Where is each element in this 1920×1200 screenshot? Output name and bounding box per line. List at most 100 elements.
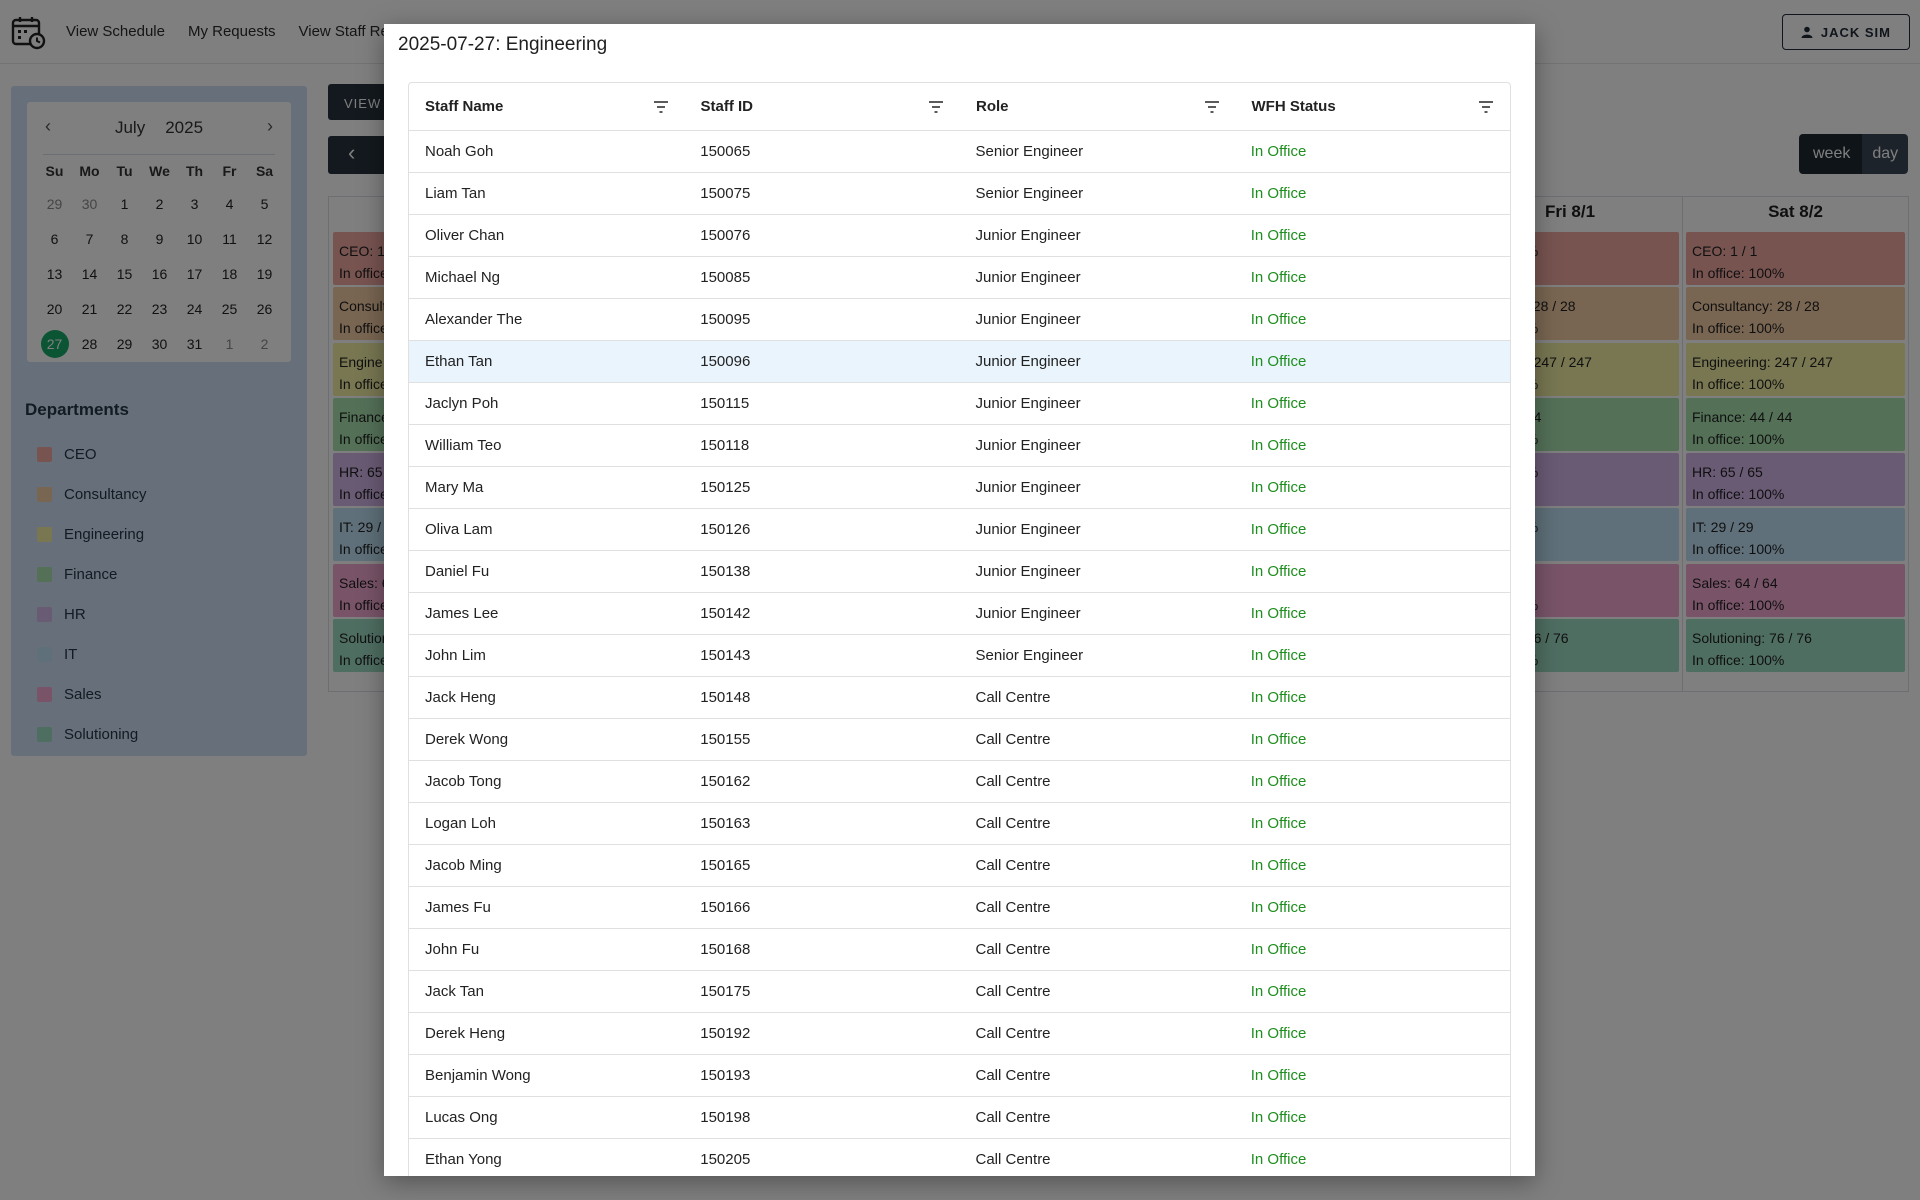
table-row[interactable]: Logan Loh 150163 Call Centre In Office (409, 803, 1510, 845)
staff-id-cell: 150143 (700, 647, 751, 664)
staff-name-cell: Alexander The (425, 311, 523, 328)
staff-name-cell: Derek Wong (425, 731, 509, 748)
role-cell: Call Centre (975, 941, 1051, 958)
staff-name-cell: Jaclyn Poh (425, 395, 499, 412)
column-header-staff-id[interactable]: Staff ID (685, 83, 961, 131)
staff-name-cell: Benjamin Wong (425, 1067, 531, 1084)
role-cell: Call Centre (975, 689, 1051, 706)
table-row[interactable]: Lucas Ong 150198 Call Centre In Office (409, 1097, 1510, 1139)
staff-id-cell: 150095 (700, 311, 751, 328)
staff-id-cell: 150155 (700, 731, 751, 748)
wfh-status-cell: In Office (1250, 1025, 1307, 1042)
wfh-status-cell: In Office (1250, 521, 1307, 538)
filter-icon[interactable] (1204, 99, 1220, 115)
table-body: Noah Goh 150065 Senior Engineer In Office Li… (409, 131, 1510, 1176)
table-row[interactable]: Michael Ng 150085 Junior Engineer In Office (409, 257, 1510, 299)
staff-name-cell: Michael Ng (425, 269, 501, 286)
staff-id-cell: 150142 (700, 605, 751, 622)
role-cell: Call Centre (975, 983, 1051, 1000)
table-row[interactable]: Ethan Yong 150205 Call Centre In Office (409, 1139, 1510, 1176)
table-row[interactable]: Daniel Fu 150138 Junior Engineer In Office (409, 551, 1510, 593)
role-cell: Junior Engineer (975, 395, 1081, 412)
column-header-label: Role (976, 98, 1009, 115)
column-header-wfh-status[interactable]: WFH Status (1236, 83, 1511, 131)
role-cell: Call Centre (975, 899, 1051, 916)
role-cell: Call Centre (975, 731, 1051, 748)
staff-id-cell: 150162 (700, 773, 751, 790)
wfh-status-cell: In Office (1250, 731, 1307, 748)
staff-name-cell: Ethan Tan (425, 353, 493, 370)
role-cell: Junior Engineer (975, 311, 1081, 328)
table-row[interactable]: Jacob Tong 150162 Call Centre In Office (409, 761, 1510, 803)
wfh-status-cell: In Office (1250, 899, 1307, 916)
staff-id-cell: 150065 (700, 143, 751, 160)
wfh-status-cell: In Office (1250, 983, 1307, 1000)
wfh-status-cell: In Office (1250, 479, 1307, 496)
wfh-status-cell: In Office (1250, 815, 1307, 832)
table-row[interactable]: Jack Tan 150175 Call Centre In Office (409, 971, 1510, 1013)
table-header: Staff Name Staff ID Role WFH Status (409, 83, 1510, 131)
column-header-role[interactable]: Role (960, 83, 1236, 131)
table-row[interactable]: Oliva Lam 150126 Junior Engineer In Office (409, 509, 1510, 551)
wfh-status-cell: In Office (1250, 941, 1307, 958)
role-cell: Junior Engineer (975, 521, 1081, 538)
table-row[interactable]: Jaclyn Poh 150115 Junior Engineer In Office (409, 383, 1510, 425)
table-row[interactable]: Alexander The 150095 Junior Engineer In Off… (409, 299, 1510, 341)
table-row[interactable]: Derek Heng 150192 Call Centre In Office (409, 1013, 1510, 1055)
table-row[interactable]: James Lee 150142 Junior Engineer In Office (409, 593, 1510, 635)
staff-id-cell: 150076 (700, 227, 751, 244)
filter-icon[interactable] (1478, 99, 1494, 115)
wfh-status-cell: In Office (1250, 773, 1307, 790)
staff-name-cell: Jacob Ming (425, 857, 502, 874)
table-row[interactable]: James Fu 150166 Call Centre In Office (409, 887, 1510, 929)
staff-table: Staff Name Staff ID Role WFH Status Noah… (408, 82, 1511, 1176)
table-row[interactable]: William Teo 150118 Junior Engineer In Offic… (409, 425, 1510, 467)
role-cell: Call Centre (975, 1067, 1051, 1084)
wfh-status-cell: In Office (1250, 143, 1307, 160)
staff-id-cell: 150166 (700, 899, 751, 916)
table-row[interactable]: Jacob Ming 150165 Call Centre In Office (409, 845, 1510, 887)
wfh-status-cell: In Office (1250, 563, 1307, 580)
table-row[interactable]: John Fu 150168 Call Centre In Office (409, 929, 1510, 971)
wfh-status-cell: In Office (1250, 857, 1307, 874)
staff-id-cell: 150168 (700, 941, 751, 958)
table-row[interactable]: John Lim 150143 Senior Engineer In Office (409, 635, 1510, 677)
staff-id-cell: 150096 (700, 353, 751, 370)
role-cell: Junior Engineer (975, 437, 1081, 454)
role-cell: Senior Engineer (975, 185, 1084, 202)
staff-id-cell: 150085 (700, 269, 751, 286)
wfh-status-cell: In Office (1250, 689, 1307, 706)
role-cell: Junior Engineer (975, 227, 1081, 244)
staff-id-cell: 150075 (700, 185, 751, 202)
staff-name-cell: Noah Goh (425, 143, 494, 160)
modal-title: 2025-07-27: Engineering (398, 34, 608, 55)
table-row[interactable]: Liam Tan 150075 Senior Engineer In Office (409, 173, 1510, 215)
column-header-staff-name[interactable]: Staff Name (409, 83, 685, 131)
table-row[interactable]: Ethan Tan 150096 Junior Engineer In Office (409, 341, 1510, 383)
role-cell: Junior Engineer (975, 353, 1081, 370)
staff-name-cell: Derek Heng (425, 1025, 506, 1042)
staff-name-cell: Mary Ma (425, 479, 484, 496)
staff-id-cell: 150138 (700, 563, 751, 580)
wfh-status-cell: In Office (1250, 353, 1307, 370)
staff-name-cell: William Teo (425, 437, 502, 454)
role-cell: Junior Engineer (975, 605, 1081, 622)
table-row[interactable]: Derek Wong 150155 Call Centre In Office (409, 719, 1510, 761)
staff-id-cell: 150125 (700, 479, 751, 496)
filter-icon[interactable] (653, 99, 669, 115)
role-cell: Junior Engineer (975, 563, 1081, 580)
role-cell: Call Centre (975, 1151, 1051, 1168)
table-row[interactable]: Benjamin Wong 150193 Call Centre In Office (409, 1055, 1510, 1097)
table-row[interactable]: Mary Ma 150125 Junior Engineer In Office (409, 467, 1510, 509)
role-cell: Senior Engineer (975, 143, 1084, 160)
staff-id-cell: 150148 (700, 689, 751, 706)
table-row[interactable]: Oliver Chan 150076 Junior Engineer In Offic… (409, 215, 1510, 257)
table-row[interactable]: Noah Goh 150065 Senior Engineer In Office (409, 131, 1510, 173)
wfh-status-cell: In Office (1250, 647, 1307, 664)
filter-icon[interactable] (928, 99, 944, 115)
staff-id-cell: 150175 (700, 983, 751, 1000)
table-row[interactable]: Jack Heng 150148 Call Centre In Office (409, 677, 1510, 719)
role-cell: Senior Engineer (975, 647, 1084, 664)
staff-name-cell: John Fu (425, 941, 480, 958)
role-cell: Call Centre (975, 815, 1051, 832)
